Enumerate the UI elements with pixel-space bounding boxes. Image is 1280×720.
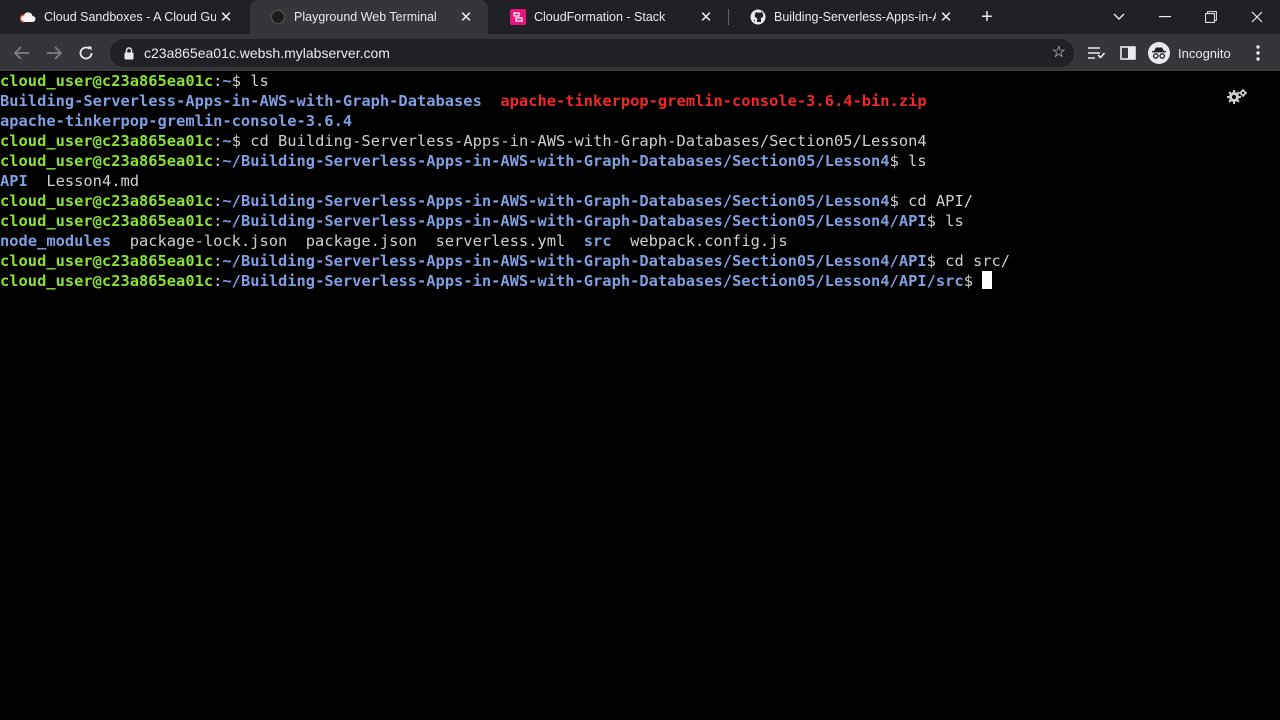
prompt-user: cloud_user@c23a865ea01c: [0, 212, 214, 230]
prompt-separator: :: [213, 72, 223, 90]
directory-entry: API: [0, 172, 28, 190]
directory-entry: node_modules: [0, 232, 112, 250]
terminal-line: Building-Serverless-Apps-in-AWS-with-Gra…: [0, 91, 1280, 111]
close-icon[interactable]: ✕: [216, 7, 236, 27]
command-text: ls: [908, 152, 927, 170]
prompt-path: ~/Building-Serverless-Apps-in-AWS-with-G…: [222, 252, 927, 270]
tab-playground-web-terminal[interactable]: Playground Web Terminal ✕: [250, 0, 488, 34]
terminal-line: node_modules package-lock.json package.j…: [0, 231, 1280, 251]
prompt-separator: :: [213, 212, 223, 230]
github-icon: [750, 9, 766, 25]
prompt-user: cloud_user@c23a865ea01c: [0, 192, 214, 210]
prompt-separator: :: [213, 192, 223, 210]
close-icon[interactable]: ✕: [936, 7, 956, 27]
terminal-line: cloud_user@c23a865ea01c:~/Building-Serve…: [0, 251, 1280, 271]
tab-strip: Cloud Sandboxes - A Cloud Guru ✕ Playgro…: [0, 0, 1280, 34]
command-text: cd Building-Serverless-Apps-in-AWS-with-…: [250, 132, 927, 150]
incognito-icon: [1148, 42, 1170, 64]
prompt-symbol: $: [926, 212, 946, 230]
cloud-icon: [20, 9, 36, 25]
file-entry: package-lock.json package.json serverles…: [111, 232, 584, 250]
command-text: ls: [250, 72, 269, 90]
command-text: cd src/: [945, 252, 1011, 270]
incognito-profile[interactable]: Incognito: [1148, 41, 1231, 65]
url-text: c23a865ea01c.websh.mylabserver.com: [144, 45, 390, 61]
terminal-settings-gear-icon[interactable]: [1226, 88, 1248, 106]
file-entry: webpack.config.js: [611, 232, 788, 250]
back-button[interactable]: [9, 40, 35, 66]
prompt-user: cloud_user@c23a865ea01c: [0, 272, 214, 290]
prompt-symbol: $: [889, 192, 909, 210]
incognito-label: Incognito: [1178, 45, 1231, 61]
terminal-line: cloud_user@c23a865ea01c:~/Building-Serve…: [0, 211, 1280, 231]
prompt-path: ~/Building-Serverless-Apps-in-AWS-with-G…: [222, 272, 964, 290]
directory-entry: Building-Serverless-Apps-in-AWS-with-Gra…: [0, 92, 482, 110]
prompt-symbol: $: [963, 272, 983, 290]
tab-title: Playground Web Terminal: [294, 10, 437, 24]
minimize-button[interactable]: [1142, 0, 1188, 34]
terminal-line: cloud_user@c23a865ea01c:~/Building-Serve…: [0, 151, 1280, 171]
tab-cloudformation-stack[interactable]: CloudFormation - Stack ✕: [490, 0, 728, 34]
side-panel-icon[interactable]: [1117, 42, 1139, 64]
tab-cloud-sandboxes[interactable]: Cloud Sandboxes - A Cloud Guru ✕: [0, 0, 248, 34]
prompt-symbol: $: [926, 252, 946, 270]
reload-button[interactable]: [73, 40, 99, 66]
prompt-separator: :: [213, 272, 223, 290]
terminal-line: cloud_user@c23a865ea01c:~/Building-Serve…: [0, 191, 1280, 211]
prompt-user: cloud_user@c23a865ea01c: [0, 252, 214, 270]
cloudformation-icon: [510, 9, 526, 25]
close-icon[interactable]: ✕: [696, 7, 716, 27]
terminal-line: API Lesson4.md: [0, 171, 1280, 191]
terminal-icon: [270, 9, 286, 25]
prompt-path: ~: [222, 72, 232, 90]
browser-menu-icon[interactable]: [1247, 42, 1269, 64]
web-terminal[interactable]: cloud_user@c23a865ea01c:~$ ls Building-Se…: [0, 71, 1280, 720]
command-text: cd API/: [908, 192, 973, 210]
directory-entry: apache-tinkerpop-gremlin-console-3.6.4: [0, 112, 353, 130]
terminal-line: cloud_user@c23a865ea01c:~$ ls: [0, 71, 1280, 91]
prompt-separator: :: [213, 252, 223, 270]
prompt-path: ~/Building-Serverless-Apps-in-AWS-with-G…: [222, 212, 927, 230]
prompt-path: ~/Building-Serverless-Apps-in-AWS-with-G…: [222, 192, 890, 210]
prompt-user: cloud_user@c23a865ea01c: [0, 72, 214, 90]
prompt-user: cloud_user@c23a865ea01c: [0, 132, 214, 150]
prompt-symbol: $: [231, 72, 251, 90]
close-icon[interactable]: ✕: [456, 7, 476, 27]
reading-list-icon[interactable]: [1085, 42, 1107, 64]
restore-button[interactable]: [1188, 0, 1234, 34]
archive-entry: apache-tinkerpop-gremlin-console-3.6.4-b…: [500, 92, 927, 110]
tab-title: CloudFormation - Stack: [534, 10, 666, 24]
directory-entry: src: [583, 232, 612, 250]
terminal-line: cloud_user@c23a865ea01c:~$ cd Building-S…: [0, 131, 1280, 151]
terminal-line: cloud_user@c23a865ea01c:~/Building-Serve…: [0, 271, 1280, 291]
forward-button[interactable]: [41, 40, 67, 66]
prompt-separator: :: [213, 132, 223, 150]
tab-search-chevron-icon[interactable]: [1096, 0, 1142, 34]
prompt-user: cloud_user@c23a865ea01c: [0, 152, 214, 170]
new-tab-button[interactable]: +: [976, 6, 998, 28]
address-bar[interactable]: c23a865ea01c.websh.mylabserver.com ☆: [110, 39, 1074, 67]
file-entry: [482, 92, 501, 110]
prompt-path: ~/Building-Serverless-Apps-in-AWS-with-G…: [222, 152, 890, 170]
tab-title: Cloud Sandboxes - A Cloud Guru: [44, 10, 216, 24]
tab-github-repo[interactable]: Building-Serverless-Apps-in-AWS ✕: [730, 0, 968, 34]
command-text: ls: [945, 212, 964, 230]
terminal-line: apache-tinkerpop-gremlin-console-3.6.4: [0, 111, 1280, 131]
tab-title: Building-Serverless-Apps-in-AWS: [774, 10, 936, 24]
browser-toolbar: c23a865ea01c.websh.mylabserver.com ☆ Inc…: [0, 34, 1280, 71]
terminal-cursor: [982, 271, 993, 289]
prompt-symbol: $: [231, 132, 251, 150]
close-window-button[interactable]: [1234, 0, 1280, 34]
lock-icon[interactable]: [122, 46, 136, 60]
file-entry: Lesson4.md: [27, 172, 140, 190]
bookmark-star-icon[interactable]: ☆: [1052, 44, 1066, 62]
prompt-path: ~: [222, 132, 232, 150]
tab-divider: [728, 9, 729, 25]
prompt-symbol: $: [889, 152, 909, 170]
prompt-separator: :: [213, 152, 223, 170]
